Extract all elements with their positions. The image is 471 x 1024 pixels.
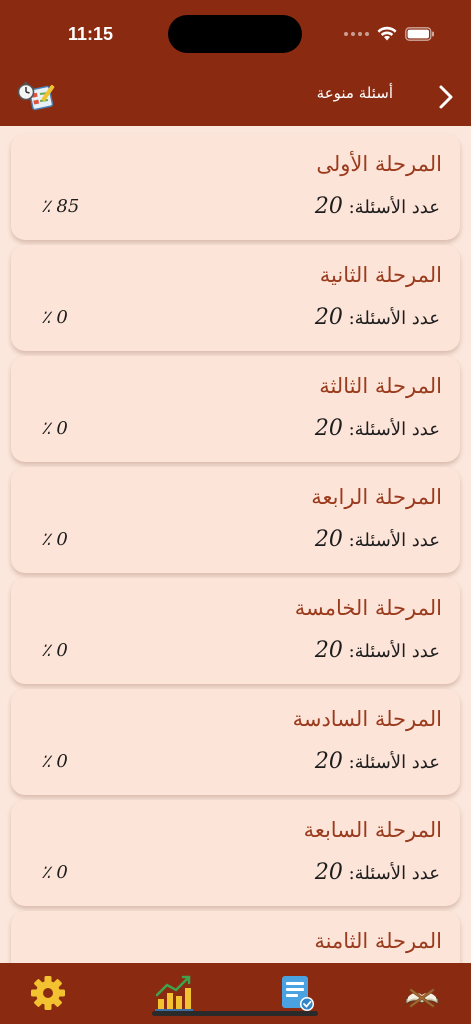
- stage-card[interactable]: المرحلة الثامنة: [11, 911, 460, 963]
- stage-title: المرحلة الخامسة: [294, 596, 442, 620]
- status-bar: 11:15: [0, 0, 471, 70]
- stage-progress-percent: ٪ 0: [41, 529, 68, 550]
- question-count-value: 20: [314, 638, 343, 663]
- question-count: عدد الأسئلة: 20: [315, 527, 440, 552]
- status-icons: [344, 26, 435, 41]
- stage-card[interactable]: المرحلة الخامسة عدد الأسئلة: 20 ٪ 0: [11, 578, 460, 684]
- question-count-value: 20: [314, 860, 343, 885]
- question-count: عدد الأسئلة: 20: [315, 749, 440, 774]
- question-count: عدد الأسئلة: 20: [315, 416, 440, 441]
- stage-list: المرحلة الأولى عدد الأسئلة: 20 ٪ 85 المر…: [0, 126, 471, 963]
- question-count: عدد الأسئلة: 20: [315, 305, 440, 330]
- question-count-label: عدد الأسئلة:: [348, 641, 440, 662]
- stage-progress-percent: ٪ 0: [41, 751, 68, 772]
- stage-progress-percent: ٪ 0: [41, 418, 68, 439]
- status-time: 11:15: [68, 24, 114, 44]
- question-count-label: عدد الأسئلة:: [348, 308, 440, 329]
- nav-bar: أسئلة منوعة: [0, 70, 471, 126]
- stage-card[interactable]: المرحلة الرابعة عدد الأسئلة: 20 ٪ 0: [11, 467, 460, 573]
- stage-card[interactable]: المرحلة السابعة عدد الأسئلة: 20 ٪ 0: [11, 800, 460, 906]
- question-count-value: 20: [314, 305, 343, 330]
- question-count-label: عدد الأسئلة:: [348, 419, 440, 440]
- chevron-right-icon[interactable]: [433, 82, 457, 112]
- stage-card[interactable]: المرحلة الثالثة عدد الأسئلة: 20 ٪ 0: [11, 356, 460, 462]
- question-count: عدد الأسئلة: 20: [315, 860, 440, 885]
- question-count: عدد الأسئلة: 20: [315, 194, 440, 219]
- question-count-value: 20: [314, 527, 343, 552]
- stage-progress-percent: ٪ 0: [41, 640, 68, 661]
- stage-progress-percent: ٪ 0: [41, 307, 68, 328]
- stage-title: المرحلة الرابعة: [311, 485, 442, 509]
- home-indicator: [152, 1011, 318, 1016]
- quran-book-icon[interactable]: [400, 973, 444, 1017]
- question-count-value: 20: [314, 194, 343, 219]
- stage-progress-percent: ٪ 85: [41, 196, 80, 217]
- stage-title: المرحلة السابعة: [303, 818, 442, 842]
- question-count-label: عدد الأسئلة:: [348, 863, 440, 884]
- signal-icon: [344, 31, 369, 36]
- stage-title: المرحلة السادسة: [292, 707, 442, 731]
- stage-progress-percent: ٪ 0: [41, 862, 68, 883]
- question-count-label: عدد الأسئلة:: [348, 752, 440, 773]
- question-count-label: عدد الأسئلة:: [348, 197, 440, 218]
- stage-card[interactable]: المرحلة الأولى عدد الأسئلة: 20 ٪ 85: [11, 134, 460, 240]
- stage-title: المرحلة الثامنة: [314, 929, 442, 953]
- stage-title: المرحلة الثانية: [319, 263, 442, 287]
- question-count-value: 20: [314, 749, 343, 774]
- dynamic-island: [168, 15, 302, 53]
- question-count: عدد الأسئلة: 20: [315, 638, 440, 663]
- stage-card[interactable]: المرحلة الثانية عدد الأسئلة: 20 ٪ 0: [11, 245, 460, 351]
- battery-icon: [405, 26, 435, 41]
- page-title: أسئلة منوعة: [316, 84, 393, 102]
- wifi-icon: [377, 26, 397, 41]
- gear-icon[interactable]: [28, 973, 72, 1017]
- stage-card[interactable]: المرحلة السادسة عدد الأسئلة: 20 ٪ 0: [11, 689, 460, 795]
- stage-title: المرحلة الأولى: [316, 152, 442, 176]
- question-count-value: 20: [314, 416, 343, 441]
- quiz-clock-icon[interactable]: [16, 80, 56, 114]
- question-count-label: عدد الأسئلة:: [348, 530, 440, 551]
- stage-title: المرحلة الثالثة: [319, 374, 442, 398]
